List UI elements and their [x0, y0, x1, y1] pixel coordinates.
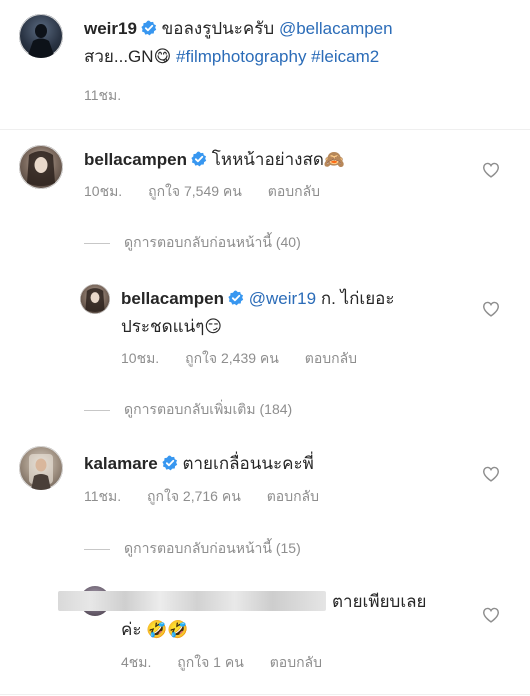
comment-2-body-line-2: ประชดแน่ๆ😏: [121, 315, 471, 339]
comment-1-text: โหหน้าอย่างสด: [211, 150, 324, 169]
avatar-weir19[interactable]: [19, 14, 63, 58]
comment-2-meta: 10ชม. ถูกใจ 2,439 คน ตอบกลับ: [121, 348, 379, 370]
comment-2-body-line-1: bellacampen @weir19 ก. ไก่เยอะ: [121, 287, 471, 311]
comment-3-username[interactable]: kalamare: [84, 454, 158, 473]
caption-mention[interactable]: @bellacampen: [279, 19, 393, 38]
view-replies-label: ดูการตอบกลับก่อนหน้านี้ (40): [124, 234, 301, 250]
caption-emoji: 😋: [153, 47, 172, 67]
caption-username[interactable]: weir19: [84, 19, 137, 38]
comment-1-meta: 10ชม. ถูกใจ 7,549 คน ตอบกลับ: [84, 181, 342, 203]
thread-line: [84, 548, 110, 550]
avatar-bellacampen[interactable]: [19, 145, 63, 189]
comment-4-meta: 4ชม. ถูกใจ 1 คน ตอบกลับ: [121, 652, 344, 674]
comment-2-likes[interactable]: ถูกใจ 2,439 คน: [185, 350, 279, 366]
comment-3-reply-button[interactable]: ตอบกลับ: [267, 488, 319, 504]
comment-2-mention[interactable]: @weir19: [249, 289, 316, 308]
verified-badge-icon: [228, 289, 244, 306]
avatar-bellacampen-reply[interactable]: [80, 284, 110, 314]
comment-2-text-1: ก. ไก่เยอะ: [320, 289, 395, 308]
caption-line-1: weir19 ขอลงรูปนะครับ @bellacampen: [84, 17, 514, 41]
caption-text: ขอลงรูปนะครับ: [161, 19, 275, 38]
caption-timestamp: 11ชม.: [84, 87, 122, 103]
view-replies-label: ดูการตอบกลับเพิ่มเติม (184): [124, 401, 293, 417]
comment-1-emoji: 🙈: [323, 150, 346, 170]
comment-3-meta: 11ชม. ถูกใจ 2,716 คน ตอบกลับ: [84, 486, 341, 508]
comment-2-reply-button[interactable]: ตอบกลับ: [305, 350, 357, 366]
view-more-replies-184[interactable]: ดูการตอบกลับเพิ่มเติม (184): [84, 399, 292, 421]
heart-outline-icon[interactable]: [482, 162, 500, 178]
comment-3-likes[interactable]: ถูกใจ 2,716 คน: [147, 488, 241, 504]
caption-hashtags[interactable]: #filmphotography #leicam2: [176, 47, 379, 66]
comment-2-username[interactable]: bellacampen: [121, 289, 224, 308]
comment-4-likes[interactable]: ถูกใจ 1 คน: [177, 654, 244, 670]
heart-outline-icon[interactable]: [482, 607, 500, 623]
comment-3-text: ตายเกลื่อนนะคะพี่: [182, 454, 314, 473]
comment-4-emoji: 🤣🤣: [146, 620, 189, 640]
verified-badge-icon: [162, 454, 178, 471]
comment-1-reply-button[interactable]: ตอบกลับ: [268, 183, 320, 199]
comment-4-text-1: ตายเพียบเลย: [332, 592, 427, 611]
blurred-username: [58, 591, 326, 611]
comment-3-time: 11ชม.: [84, 488, 122, 504]
avatar-kalamare[interactable]: [19, 446, 63, 490]
comment-2-emoji: 😏: [204, 317, 223, 337]
thread-line: [84, 409, 110, 411]
comment-1-time: 10ชม.: [84, 183, 123, 199]
thread-line: [84, 242, 110, 244]
comment-4-body-line-1: ตายเพียบเลย: [332, 590, 472, 614]
comment-3-body: kalamare ตายเกลื่อนนะคะพี่: [84, 452, 474, 476]
heart-outline-icon[interactable]: [482, 466, 500, 482]
caption-divider: [0, 129, 530, 130]
verified-badge-icon: [191, 150, 207, 167]
comment-1-body: bellacampen โหหน้าอย่างสด🙈: [84, 148, 474, 172]
comment-1-likes[interactable]: ถูกใจ 7,549 คน: [148, 183, 242, 199]
bottom-divider: [0, 694, 530, 695]
comment-1-username[interactable]: bellacampen: [84, 150, 187, 169]
view-replies-label: ดูการตอบกลับก่อนหน้านี้ (15): [124, 540, 301, 556]
comment-4-body-line-2: ค่ะ 🤣🤣: [121, 618, 421, 642]
caption-line-2: สวย...GN😋 #filmphotography #leicam2: [84, 45, 514, 69]
caption-time: 11ชม.: [84, 85, 143, 107]
view-previous-replies-15[interactable]: ดูการตอบกลับก่อนหน้านี้ (15): [84, 538, 301, 560]
heart-outline-icon[interactable]: [482, 301, 500, 317]
comment-4-reply-button[interactable]: ตอบกลับ: [270, 654, 322, 670]
comment-2-text-2: ประชดแน่ๆ: [121, 317, 205, 336]
comment-4-time: 4ชม.: [121, 654, 152, 670]
comment-4-text-2: ค่ะ: [121, 620, 142, 639]
verified-badge-icon: [141, 19, 157, 36]
caption-text-2: สวย...GN: [84, 47, 154, 66]
comment-2-time: 10ชม.: [121, 350, 160, 366]
view-previous-replies-40[interactable]: ดูการตอบกลับก่อนหน้านี้ (40): [84, 232, 301, 254]
